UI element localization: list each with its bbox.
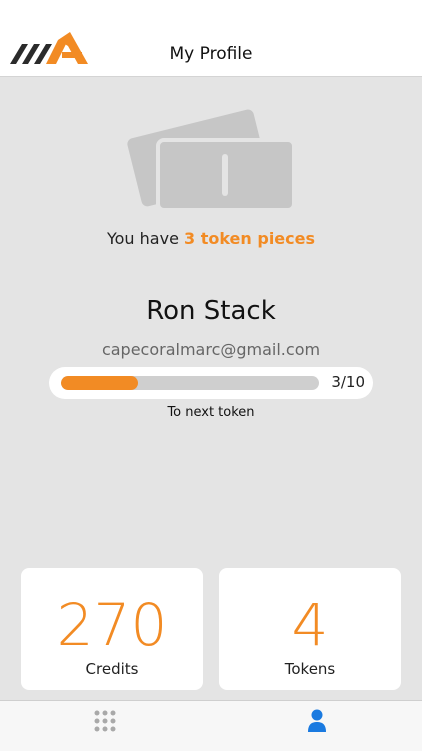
- user-icon: [308, 709, 326, 732]
- credits-value: 270: [56, 591, 168, 659]
- user-email: capecoralmarc@gmail.com: [101, 340, 321, 359]
- tickets-icon: [127, 109, 296, 212]
- token-pieces-count: 3 token pieces: [184, 229, 316, 248]
- progress-caption: To next token: [167, 405, 255, 420]
- user-name: Ron Stack: [146, 296, 276, 326]
- token-summary: You have 3 token pieces: [0, 229, 422, 248]
- progress-count: 3/10: [331, 373, 365, 391]
- header: My Profile: [0, 0, 422, 77]
- page-title: My Profile: [169, 44, 253, 64]
- token-progress: 3/10: [49, 367, 373, 399]
- tab-home[interactable]: [0, 701, 211, 751]
- tab-profile[interactable]: [211, 701, 422, 751]
- tokens-value: 4: [291, 591, 329, 659]
- tokens-card: 4 Tokens: [219, 568, 401, 690]
- progress-track: [61, 376, 319, 390]
- progress-fill: [61, 376, 139, 390]
- grid-icon: [94, 710, 116, 732]
- token-summary-prefix: You have: [106, 229, 184, 248]
- tokens-label: Tokens: [284, 660, 336, 678]
- credits-label: Credits: [85, 660, 139, 678]
- credits-card: 270 Credits: [21, 568, 203, 690]
- tab-bar: [0, 700, 422, 751]
